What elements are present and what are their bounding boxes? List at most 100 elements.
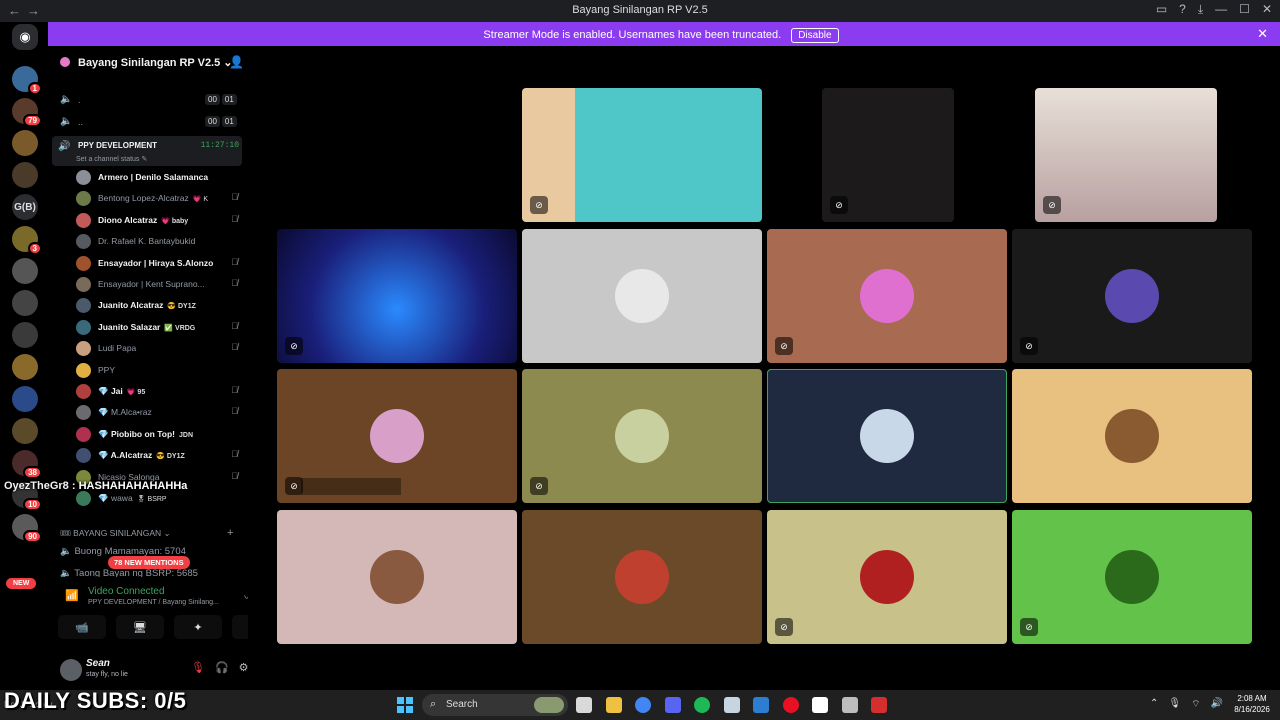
add-channel-icon[interactable]: + — [227, 527, 233, 539]
member-name: Juanito Alcatraz 😎 DY1Z — [98, 300, 196, 311]
participant-tile[interactable]: ⊘ — [1012, 510, 1252, 644]
discord-icon[interactable] — [664, 697, 681, 713]
banner-message: Streamer Mode is enabled. Usernames have… — [483, 29, 782, 41]
taskbar-search[interactable]: ⌕ Search — [422, 694, 568, 716]
server-icon[interactable]: 38 — [12, 450, 42, 479]
discord-home-icon[interactable]: ◉ — [12, 24, 38, 50]
participant-tile[interactable]: ⊘ — [277, 369, 517, 503]
help-icon[interactable]: ? — [1179, 2, 1186, 17]
server-icon[interactable]: 90 — [12, 514, 42, 543]
maximize-button[interactable]: ☐ — [1239, 2, 1250, 17]
active-voice-channel[interactable]: 🔊 PPY DEVELOPMENT Set a channel status ✎… — [52, 136, 242, 166]
video-tile[interactable]: ⊘ — [522, 88, 762, 222]
server-icon[interactable] — [12, 162, 38, 188]
mute-icon[interactable]: 🎙 — [191, 661, 205, 674]
avatar[interactable] — [60, 659, 82, 681]
server-icon[interactable] — [12, 354, 38, 380]
voice-member[interactable]: Dr. Rafael K. Bantaybukid — [76, 232, 246, 252]
notepad-icon[interactable] — [753, 697, 769, 713]
app-icon[interactable] — [812, 697, 828, 713]
wifi-icon[interactable]: ⌔ — [1191, 698, 1200, 711]
voice-member[interactable]: Ludi Papa 🎙̸ — [76, 339, 246, 359]
download-icon[interactable]: ⤓ — [1198, 2, 1203, 17]
voice-member[interactable]: Ensayador | Kent Suprano... 🎙̸ — [76, 275, 246, 295]
server-icon[interactable]: 3 — [12, 226, 42, 255]
disable-button[interactable]: Disable — [791, 28, 839, 43]
participant-tile[interactable]: ⊘ — [767, 510, 1007, 644]
voice-member[interactable]: Juanito Alcatraz 😎 DY1Z — [76, 296, 246, 316]
signal-icon[interactable]: 📶 — [65, 589, 79, 602]
participant-tile[interactable] — [767, 369, 1007, 503]
notification-badge: 10 — [23, 498, 42, 511]
server-icon[interactable] — [12, 386, 38, 412]
participant-tile[interactable]: ⊘ — [522, 369, 762, 503]
invite-icon[interactable]: 👤 — [229, 55, 244, 69]
chevron-up-icon[interactable]: ⌃ — [1150, 698, 1158, 711]
voice-channel[interactable]: 🔈 . 00 01 — [48, 92, 244, 110]
server-icon[interactable] — [12, 130, 38, 156]
activities-button[interactable]: ✦ — [174, 615, 222, 639]
chrome-icon[interactable] — [635, 697, 651, 713]
participant-tile[interactable] — [277, 510, 517, 644]
video-tile[interactable]: ⊘ — [277, 229, 517, 363]
active-channel-name: PPY DEVELOPMENT — [78, 141, 157, 150]
avatar — [76, 448, 91, 464]
server-icon[interactable]: G(B) — [12, 194, 38, 220]
voice-member[interactable]: Bentong Lopez-Alcatraz 💗 K 🎙̸ — [76, 189, 246, 209]
voice-location[interactable]: PPY DEVELOPMENT / Bayang Sinilang... — [88, 599, 219, 606]
voice-member[interactable]: Armero | Denilo Salamanca — [76, 168, 246, 188]
deafen-icon[interactable]: 🎧 — [215, 661, 229, 674]
voice-member[interactable]: 💎 Piobibo on Top! JDN — [76, 425, 246, 445]
participant-tile[interactable]: ⊘ — [767, 229, 1007, 363]
channel-sidebar: Bayang Sinilangan RP V2.5 ⌄ 👤 🔈 . 00 01 🔈… — [48, 46, 296, 690]
settings-icon[interactable] — [841, 697, 858, 713]
start-icon[interactable] — [397, 697, 413, 713]
video-tile[interactable]: ⊘ — [1035, 88, 1217, 222]
channel-status[interactable]: Set a channel status ✎ — [76, 155, 147, 163]
spotify-icon[interactable] — [694, 697, 710, 713]
voice-member[interactable]: PPY — [76, 361, 246, 381]
server-icon[interactable] — [12, 322, 38, 348]
volume-icon[interactable]: 🔊 — [1211, 698, 1223, 711]
guild-header[interactable]: Bayang Sinilangan RP V2.5 ⌄ 👤 — [48, 46, 248, 78]
voice-channel[interactable]: 🔈 .. 00 01 — [48, 114, 244, 132]
participant-tile[interactable]: ⊘ — [1012, 229, 1252, 363]
voice-member[interactable]: 💎 wawa 🎖 BSRP — [76, 489, 246, 509]
server-icon[interactable]: 79 — [12, 98, 42, 127]
speaker-icon: 🔈 — [60, 116, 73, 127]
obs-icon[interactable] — [782, 697, 799, 713]
voice-member[interactable]: Diono Alcatraz 💗 baby 🎙̸ — [76, 211, 246, 231]
voice-member[interactable]: Juanito Salazar ✅ VRDG 🎙̸ — [76, 318, 246, 338]
close-window-button[interactable]: ✕ — [1262, 2, 1272, 17]
avatar — [76, 405, 91, 421]
mic-icon[interactable]: 🎙 — [1168, 698, 1181, 711]
camera-button[interactable]: 📹 — [58, 615, 106, 639]
minimize-button[interactable]: — — [1215, 2, 1227, 17]
inbox-icon[interactable]: ▭ — [1156, 2, 1167, 17]
taskbar-clock[interactable]: 2:08 AM 8/16/2026 — [1226, 693, 1278, 715]
voice-member[interactable]: 💎 A.Alcatraz 😎 DY1Z 🎙̸ — [76, 446, 246, 466]
member-name: Dr. Rafael K. Bantaybukid — [98, 236, 196, 247]
file-explorer-icon[interactable] — [605, 697, 622, 713]
server-icon[interactable] — [12, 418, 38, 444]
new-pill[interactable]: NEW — [6, 578, 37, 589]
muted-mic-icon: ⊘ — [285, 337, 303, 355]
voice-member[interactable]: 💎 Jai 💗 95 🎙̸ — [76, 382, 246, 402]
server-icon[interactable] — [12, 258, 38, 284]
voice-member[interactable]: 💎 M.Alca•raz 🎙̸ — [76, 403, 246, 423]
steam-icon[interactable] — [723, 697, 740, 713]
participant-tile[interactable] — [1012, 369, 1252, 503]
participant-tile[interactable] — [522, 229, 762, 363]
server-icon[interactable]: 1 — [12, 66, 42, 95]
video-tile[interactable] — [277, 88, 517, 222]
username[interactable]: Sean — [86, 658, 110, 669]
screen-share-button[interactable]: 🖥 — [116, 615, 164, 639]
video-tile[interactable]: ⊘ — [822, 88, 954, 222]
close-banner-icon[interactable]: ✕ — [1257, 26, 1268, 42]
app-icon[interactable] — [871, 697, 887, 713]
server-icon[interactable] — [12, 290, 38, 316]
category-header[interactable]: 🎟 BAYANG SINILANGAN ⌄ + — [60, 527, 233, 539]
task-view-icon[interactable] — [576, 697, 592, 713]
participant-tile[interactable] — [522, 510, 762, 644]
voice-member[interactable]: Ensayador | Hiraya S.Alonzo 🎙̸ — [76, 254, 246, 274]
